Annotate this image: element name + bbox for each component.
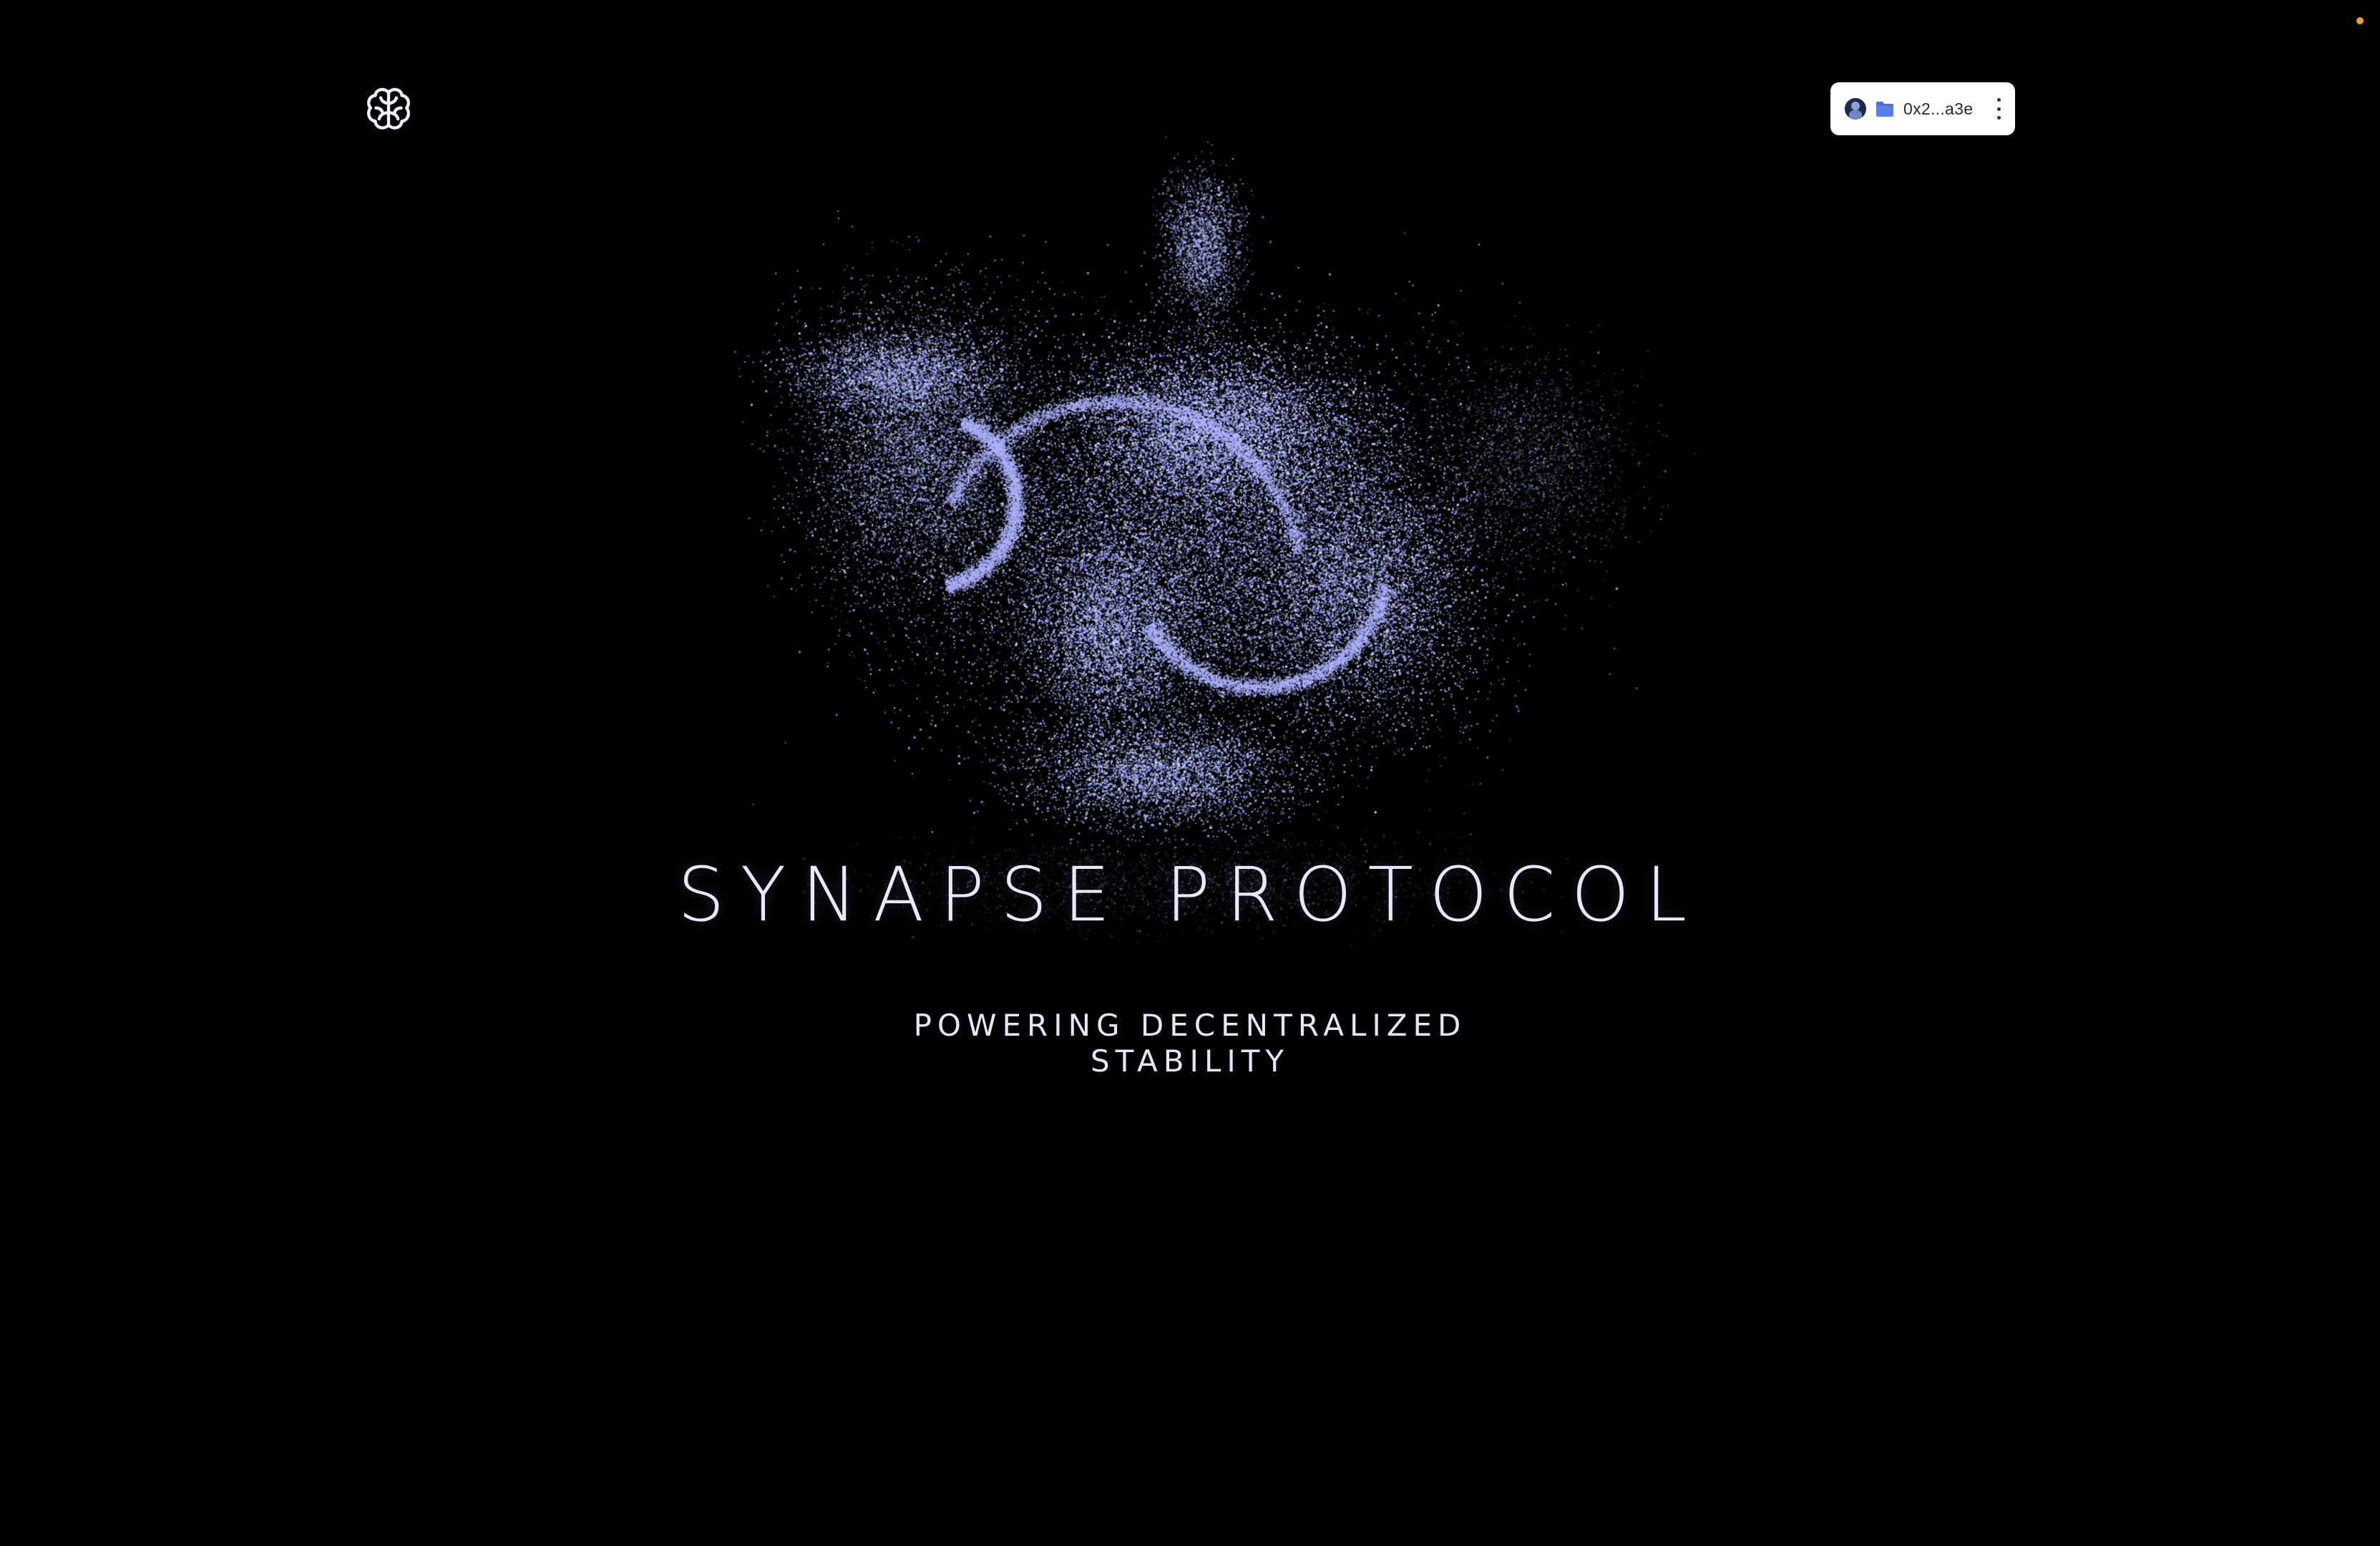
wallet-address: 0x2...a3e xyxy=(1903,99,1974,118)
hero-subtitle: POWERING DECENTRALIZED STABILITY xyxy=(913,1008,1467,1079)
particle-cloud xyxy=(0,0,2380,1546)
wallet-button[interactable]: 0x2...a3e xyxy=(1830,82,2015,135)
brain-logo-icon[interactable] xyxy=(364,84,414,135)
folder-wallet-icon xyxy=(1875,100,1895,117)
user-avatar-icon xyxy=(1845,98,1866,120)
hero-title: SYNAPSE PROTOCOL xyxy=(677,851,1703,938)
status-indicator xyxy=(2356,17,2364,24)
kebab-menu-icon[interactable] xyxy=(1995,98,2002,120)
landing-page: 0x2...a3e SYNAPSE PROTOCOL POWERING DECE… xyxy=(0,0,2380,1546)
